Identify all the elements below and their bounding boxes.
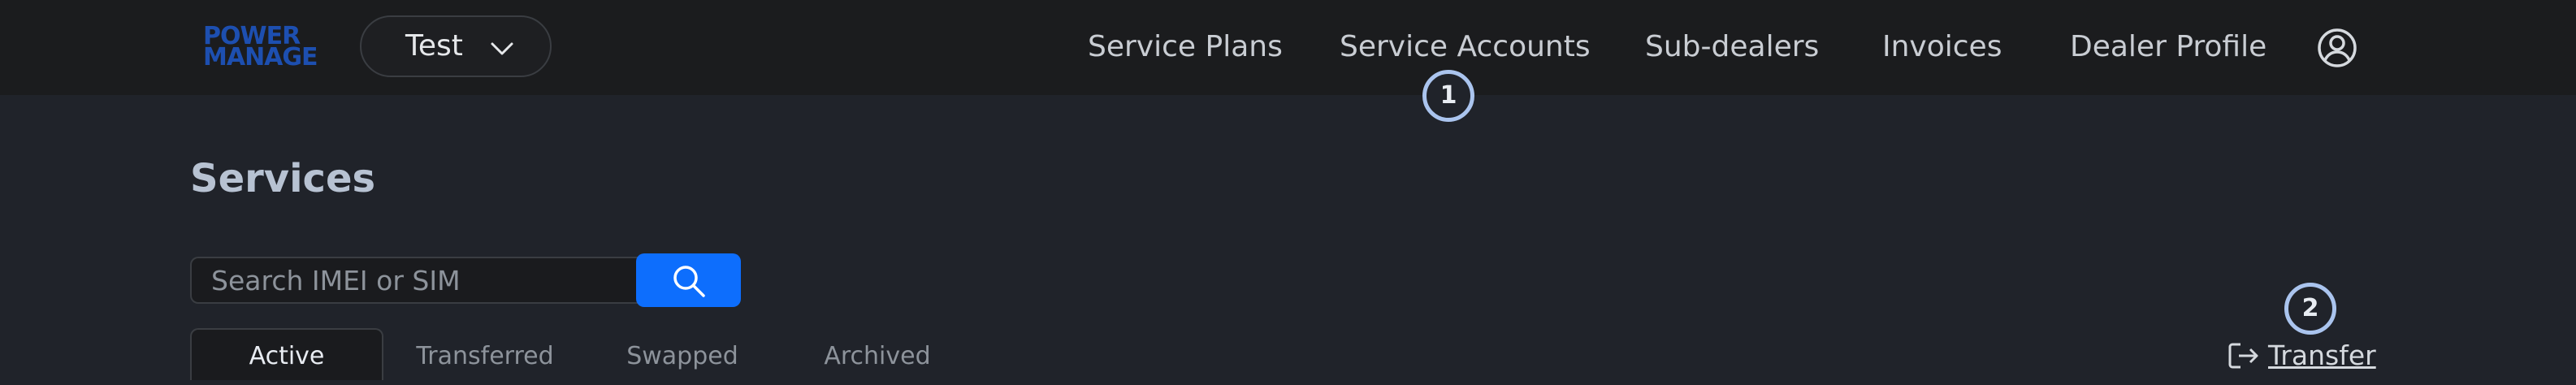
brand-logo[interactable]: POWER MANAGE [203,24,318,71]
nav-sub-dealers[interactable]: Sub-dealers [1645,26,1819,68]
step-marker-1: 1 [1422,70,1474,122]
search-icon [673,266,705,297]
page-title: Services [190,156,376,201]
nav-dealer-profile[interactable]: Dealer Profile [2070,26,2266,68]
search-button[interactable] [636,253,741,307]
user-circle-icon [2318,28,2357,67]
tab-archived[interactable]: Archived [796,328,959,380]
tab-transferred[interactable]: Transferred [398,328,572,380]
search-input[interactable] [190,257,639,304]
nav-service-accounts[interactable]: Service Accounts [1340,26,1591,68]
sign-out-icon [2228,343,2258,369]
tab-active[interactable]: Active [190,328,383,380]
step-marker-2: 2 [2284,283,2336,335]
account-button[interactable] [2316,27,2358,69]
organization-select-value: Test [405,29,463,63]
transfer-label: Transfer [2268,340,2376,371]
organization-select[interactable]: Test [360,15,552,77]
tab-swapped[interactable]: Swapped [601,328,764,380]
nav-invoices[interactable]: Invoices [1882,26,2002,68]
logo-line-2: MANAGE [203,43,318,71]
top-navbar: POWER MANAGE Test Service Plans Service … [0,0,2576,95]
nav-service-plans[interactable]: Service Plans [1088,26,1283,68]
chevron-down-icon [491,42,513,55]
